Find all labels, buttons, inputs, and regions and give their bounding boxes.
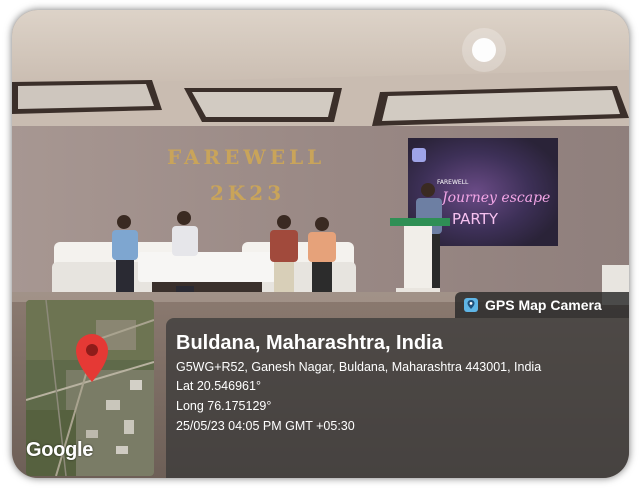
svg-text:FAREWELL: FAREWELL	[437, 179, 469, 186]
farewell-balloon-text: FAREWELL	[167, 145, 325, 169]
ceiling-panel	[18, 84, 154, 109]
address-line: G5WG+R52, Ganesh Nagar, Buldana, Maharas…	[176, 360, 542, 374]
location-title: Buldana, Maharashtra, India	[176, 332, 443, 354]
datetime-line: 25/05/23 04:05 PM GMT +05:30	[176, 419, 355, 433]
gps-map-camera-badge: GPS Map Camera	[455, 292, 629, 318]
year-balloon-text: 2K23	[210, 181, 285, 205]
table	[138, 252, 276, 282]
ceiling-panel	[192, 92, 334, 117]
podium	[404, 226, 432, 296]
location-info-card: Buldana, Maharashtra, India G5WG+R52, Ga…	[166, 318, 629, 478]
badge-label: GPS Map Camera	[485, 297, 602, 313]
gps-map-camera-icon	[464, 298, 478, 312]
map-thumbnail[interactable]: Google	[26, 300, 154, 476]
latitude-line: Lat 20.546961°	[176, 379, 261, 393]
longitude-line: Long 76.175129°	[176, 399, 272, 413]
svg-text:Journey escape: Journey escape	[439, 190, 550, 206]
svg-text:PARTY: PARTY	[452, 210, 499, 228]
podium-top	[390, 218, 450, 226]
google-logo: Google	[26, 439, 94, 461]
photo-frame: FAREWELL 2K23 FAREWELL Journey escape PA…	[12, 10, 629, 478]
